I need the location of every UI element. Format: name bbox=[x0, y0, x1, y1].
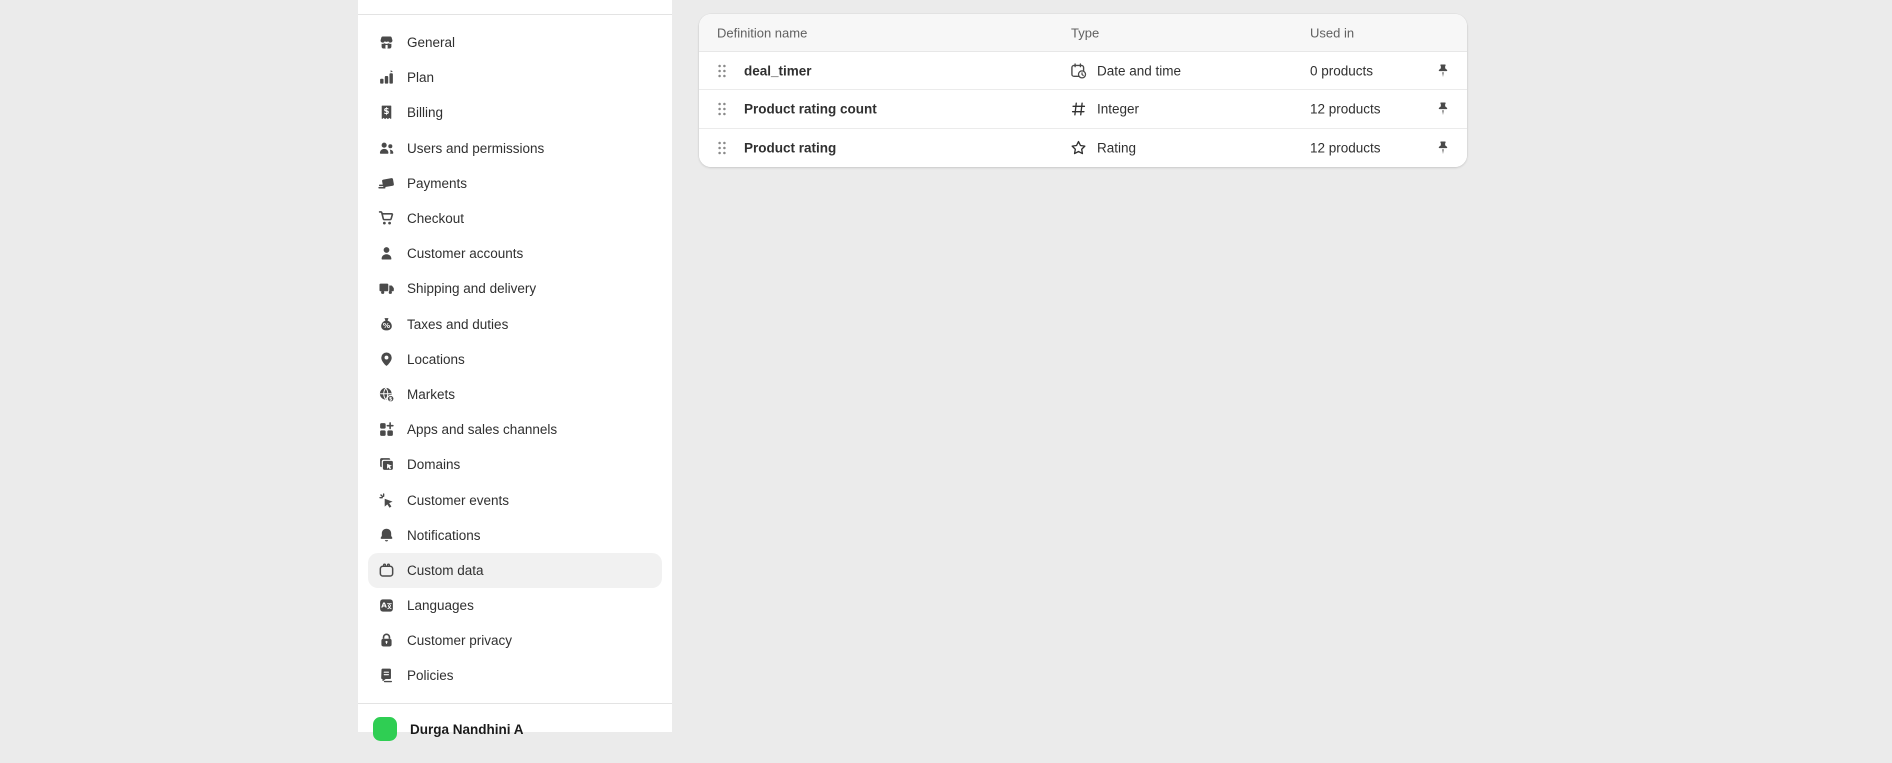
account-menu[interactable]: Durga Nandhini A bbox=[358, 703, 672, 763]
table-row[interactable]: Product rating Rating 12 products bbox=[699, 129, 1467, 167]
person-icon bbox=[378, 245, 395, 262]
used-in-value: 0 products bbox=[1310, 63, 1373, 78]
svg-text:A: A bbox=[381, 601, 387, 610]
sidebar-item-label: Notifications bbox=[407, 528, 481, 543]
sidebar-item-label: Plan bbox=[407, 70, 434, 85]
sidebar-item-label: Apps and sales channels bbox=[407, 422, 557, 437]
sidebar-item-label: Domains bbox=[407, 457, 460, 472]
sidebar-item-taxes-and-duties[interactable]: % Taxes and duties bbox=[368, 307, 662, 342]
sidebar-item-customer-events[interactable]: Customer events bbox=[368, 482, 662, 517]
table-row[interactable]: Product rating count Integer 12 products bbox=[699, 90, 1467, 128]
metafield-definitions-card: Definition name Type Used in deal_timer … bbox=[699, 14, 1467, 167]
cart-icon bbox=[378, 210, 395, 227]
location-pin-icon bbox=[378, 351, 395, 368]
sidebar-item-policies[interactable]: Policies bbox=[368, 658, 662, 693]
receipt-dollar-icon: $ bbox=[378, 104, 395, 121]
pin-icon[interactable] bbox=[1435, 101, 1451, 117]
sidebar-item-notifications[interactable]: Notifications bbox=[368, 518, 662, 553]
pin-icon[interactable] bbox=[1435, 140, 1451, 156]
type-label: Date and time bbox=[1097, 63, 1181, 78]
table-row[interactable]: deal_timer Date and time 0 products bbox=[699, 52, 1467, 90]
svg-text:%: % bbox=[383, 320, 391, 329]
sidebar-item-label: Billing bbox=[407, 105, 443, 120]
drag-handle-icon[interactable] bbox=[717, 140, 727, 156]
svg-text:$: $ bbox=[384, 108, 390, 118]
sidebar-item-locations[interactable]: Locations bbox=[368, 342, 662, 377]
sidebar-item-label: Locations bbox=[407, 352, 465, 367]
table-header-row: Definition name Type Used in bbox=[699, 14, 1467, 52]
globe-dollar-icon: $ bbox=[378, 386, 395, 403]
custom-data-box-icon bbox=[378, 562, 395, 579]
calendar-clock-icon bbox=[1070, 62, 1087, 79]
sidebar-item-label: Users and permissions bbox=[407, 141, 544, 156]
used-in-value: 12 products bbox=[1310, 140, 1381, 155]
language-square-icon: A bbox=[378, 597, 395, 614]
hash-icon bbox=[1070, 100, 1087, 117]
sidebar-item-markets[interactable]: $ Markets bbox=[368, 377, 662, 412]
sidebar-item-checkout[interactable]: Checkout bbox=[368, 201, 662, 236]
sidebar-item-languages[interactable]: A Languages bbox=[368, 588, 662, 623]
sidebar-item-label: Languages bbox=[407, 598, 474, 613]
settings-sidebar: General Plan $ Billing bbox=[358, 0, 672, 732]
avatar bbox=[373, 717, 397, 741]
sidebar-item-label: Shipping and delivery bbox=[407, 281, 536, 296]
account-name: Durga Nandhini A bbox=[410, 722, 524, 738]
sidebar-item-customer-privacy[interactable]: Customer privacy bbox=[368, 623, 662, 658]
plan-steps-icon bbox=[378, 69, 395, 86]
users-icon bbox=[378, 140, 395, 157]
sidebar-item-general[interactable]: General bbox=[368, 25, 662, 60]
column-header-definition-name: Definition name bbox=[717, 25, 807, 40]
sidebar-item-label: General bbox=[407, 35, 455, 50]
svg-text:$: $ bbox=[389, 396, 393, 402]
storefront-icon bbox=[378, 34, 395, 51]
definition-name[interactable]: deal_timer bbox=[744, 63, 812, 78]
star-icon bbox=[1070, 139, 1087, 156]
sidebar-item-shipping-and-delivery[interactable]: Shipping and delivery bbox=[368, 271, 662, 306]
settings-nav: General Plan $ Billing bbox=[358, 15, 672, 694]
sidebar-item-label: Customer accounts bbox=[407, 246, 523, 261]
sidebar-item-apps-and-sales-channels[interactable]: Apps and sales channels bbox=[368, 412, 662, 447]
sidebar-item-label: Customer privacy bbox=[407, 633, 512, 648]
sidebar-item-label: Taxes and duties bbox=[407, 317, 508, 332]
definition-name[interactable]: Product rating bbox=[744, 140, 836, 155]
sidebar-item-label: Custom data bbox=[407, 563, 484, 578]
lock-icon bbox=[378, 632, 395, 649]
sidebar-item-payments[interactable]: Payments bbox=[368, 166, 662, 201]
domains-window-icon bbox=[378, 456, 395, 473]
sidebar-item-custom-data[interactable]: Custom data bbox=[368, 553, 662, 588]
sidebar-item-billing[interactable]: $ Billing bbox=[368, 95, 662, 130]
policy-document-icon bbox=[378, 667, 395, 684]
type-label: Integer bbox=[1097, 101, 1139, 116]
payment-card-icon bbox=[378, 175, 395, 192]
money-bag-percent-icon: % bbox=[378, 316, 395, 333]
sidebar-item-plan[interactable]: Plan bbox=[368, 60, 662, 95]
delivery-truck-icon bbox=[378, 280, 395, 297]
column-header-type: Type bbox=[1071, 25, 1099, 40]
drag-handle-icon[interactable] bbox=[717, 101, 727, 117]
type-label: Rating bbox=[1097, 140, 1136, 155]
definition-name[interactable]: Product rating count bbox=[744, 101, 877, 116]
drag-handle-icon[interactable] bbox=[717, 63, 727, 79]
sidebar-item-customer-accounts[interactable]: Customer accounts bbox=[368, 236, 662, 271]
apps-grid-plus-icon bbox=[378, 421, 395, 438]
bell-icon bbox=[378, 527, 395, 544]
pin-icon[interactable] bbox=[1435, 63, 1451, 79]
sidebar-item-label: Checkout bbox=[407, 211, 464, 226]
sidebar-item-label: Markets bbox=[407, 387, 455, 402]
used-in-value: 12 products bbox=[1310, 101, 1381, 116]
sidebar-item-users-and-permissions[interactable]: Users and permissions bbox=[368, 131, 662, 166]
column-header-used-in: Used in bbox=[1310, 25, 1354, 40]
sidebar-item-label: Policies bbox=[407, 668, 454, 683]
sidebar-item-domains[interactable]: Domains bbox=[368, 447, 662, 482]
cursor-click-icon bbox=[378, 492, 395, 509]
sidebar-item-label: Payments bbox=[407, 176, 467, 191]
sidebar-item-label: Customer events bbox=[407, 493, 509, 508]
